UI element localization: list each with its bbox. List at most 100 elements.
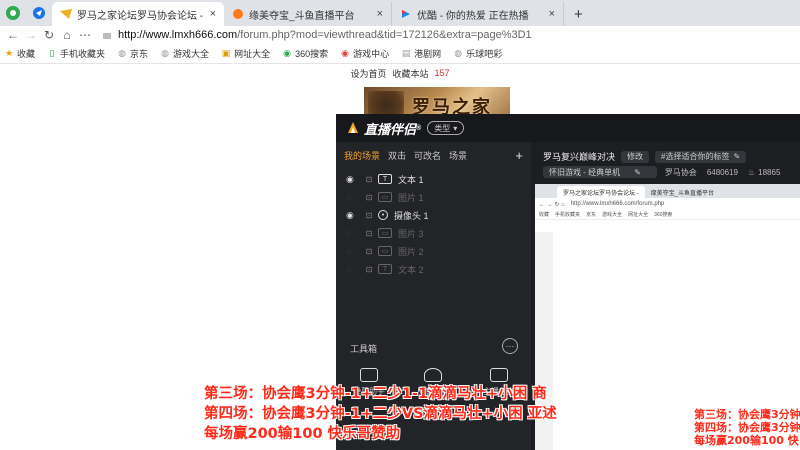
- category-selector[interactable]: 怀旧游戏 - 经典单机 ✎: [543, 166, 657, 178]
- tab-scene[interactable]: 场景: [449, 149, 467, 162]
- browser-tab[interactable]: 缘美夺宝_斗鱼直播平台 ×: [224, 2, 392, 26]
- tag-selector[interactable]: #选择适合你的标签 ✎: [655, 150, 747, 163]
- heat-value: 18865: [758, 167, 781, 177]
- image-source-icon: ▭: [378, 228, 392, 238]
- pencil-icon: ✎: [634, 167, 641, 177]
- bookmark-360[interactable]: ◉ 360搜索: [282, 47, 328, 60]
- source-item[interactable]: ◌ ⊡ T 文本 2: [336, 260, 531, 278]
- favorite-site-link[interactable]: 收藏本站: [392, 67, 428, 80]
- room-title-row: 罗马复兴巅峰对决 修改 #选择适合你的标签 ✎: [543, 150, 747, 163]
- eye-off-icon[interactable]: ◌: [346, 192, 360, 202]
- source-item[interactable]: ◌ ⊡ ▭ 图片 2: [336, 242, 531, 260]
- bookmark-lottery[interactable]: ◍ 乐球吧彩: [453, 47, 502, 60]
- preview-url: http://www.lmxh666.com/forum.php: [570, 201, 665, 207]
- chevron-down-icon: ▾: [453, 123, 458, 133]
- forward-icon[interactable]: →: [22, 28, 40, 42]
- online-count: 157: [434, 68, 450, 78]
- bookmark-game-center[interactable]: ◉ 游戏中心: [340, 47, 389, 60]
- bookmarks-bar: ★ 收藏 ▯ 手机收藏夹 ◍ 京东 ◍ 游戏大全 ▣ 网址大全 ◉ 360搜索 ◉ 游戏中心 …: [0, 44, 800, 64]
- admin-icon: [424, 368, 442, 382]
- bookmark-hk-drama[interactable]: ▤ 港剧网: [401, 47, 441, 60]
- preview-nav-icons: ← → ↻ ⌂: [539, 201, 565, 208]
- camera-source-icon: •: [378, 210, 388, 220]
- close-tab-icon[interactable]: ×: [210, 8, 216, 20]
- set-home-link[interactable]: 设为首页: [350, 67, 386, 80]
- lock-icon[interactable]: ⊡: [360, 265, 378, 274]
- pencil-icon: ✎: [733, 152, 741, 161]
- tab-title: 优酷 - 你的热爱 正在热播: [417, 10, 529, 22]
- image-source-icon: ▭: [378, 246, 392, 256]
- text-source-icon: T: [378, 264, 392, 274]
- browser-logo-icon[interactable]: [0, 0, 26, 26]
- page-info-icon: [103, 33, 111, 39]
- eye-icon[interactable]: ◉: [346, 210, 360, 221]
- page-icon: ▤: [401, 48, 411, 58]
- address-bar: ← → ↻ ⌂ ⋯ http://www.lmxh666.com/forum.p…: [0, 26, 800, 44]
- browser-tab[interactable]: 优酷 - 你的热爱 正在热播 ×: [392, 2, 564, 26]
- search360-icon: ◉: [283, 48, 291, 58]
- eye-off-icon[interactable]: ◌: [346, 264, 360, 274]
- stream-overlay-text: 第三场：协会鹰3分钟-1+二少1-1滴滴马壮+小困 商 第四场：协会鹰3分钟-1…: [204, 384, 557, 444]
- preview-tab: 缘美夺宝_斗鱼直播平台: [650, 190, 715, 197]
- lock-icon[interactable]: ⊡: [360, 229, 378, 238]
- tab-my-scenes[interactable]: 我的场景: [344, 149, 380, 162]
- lock-icon[interactable]: ⊡: [360, 175, 378, 184]
- bookmark-sites[interactable]: ▣ 网址大全: [221, 47, 270, 60]
- bookmark-games[interactable]: ◍ 游戏大全: [160, 47, 209, 60]
- overlay-line: 每场赢200输100 快: [694, 434, 799, 447]
- source-item[interactable]: ◉ ⊡ T 文本 1: [336, 170, 531, 188]
- bookmark-jd[interactable]: ◍ 京东: [117, 47, 148, 60]
- url-path: /forum.php?mod=viewthread&tid=172126&ext…: [237, 29, 532, 41]
- eye-icon[interactable]: ◉: [346, 174, 360, 185]
- org-name: 罗马协会: [664, 167, 697, 177]
- type-button[interactable]: 类型 ▾: [427, 121, 465, 135]
- back-icon[interactable]: ←: [4, 28, 22, 42]
- tab-double-click[interactable]: 双击: [388, 149, 406, 162]
- bookmark-favorites[interactable]: ★ 收藏: [4, 47, 35, 60]
- eye-off-icon[interactable]: ◌: [346, 246, 360, 256]
- task-icon: [490, 368, 508, 382]
- youku-favicon-icon: [400, 8, 412, 20]
- eye-off-icon[interactable]: ◌: [346, 228, 360, 238]
- close-tab-icon[interactable]: ×: [549, 8, 555, 20]
- preview-address-bar: ← → ↻ ⌂ http://www.lmxh666.com/forum.php: [535, 198, 800, 210]
- star-icon: ★: [4, 48, 14, 58]
- app-name: 直播伴侣: [364, 121, 417, 137]
- tab-title: 罗马之家论坛罗马协会论坛 -: [77, 10, 204, 22]
- sites-icon: ▣: [221, 48, 231, 58]
- url-field[interactable]: http://www.lmxh666.com/forum.php?mod=vie…: [102, 29, 532, 41]
- preview-tab-strip: 罗马之家论坛罗马协会论坛 - 缘美夺宝_斗鱼直播平台: [535, 184, 800, 198]
- scene-tabs: 我的场景 双击 可改名 场景 +: [336, 142, 531, 168]
- home-icon[interactable]: ⌂: [58, 28, 76, 42]
- text-source-icon: T: [378, 174, 392, 184]
- new-tab-button[interactable]: +: [564, 2, 593, 26]
- edit-title-button[interactable]: 修改: [621, 150, 650, 163]
- source-item[interactable]: ◉ ⊡ • 摄像头 1: [336, 206, 531, 224]
- globe-icon: ◍: [454, 48, 463, 58]
- source-item[interactable]: ◌ ⊡ ▭ 图片 1: [336, 188, 531, 206]
- globe-icon: ◍: [161, 48, 169, 58]
- room-id: 6480619: [706, 167, 738, 177]
- phone-icon: ▯: [49, 48, 55, 58]
- roma-favicon-icon: [60, 8, 72, 20]
- lock-icon[interactable]: ⊡: [360, 211, 378, 220]
- toolbox-more-button[interactable]: ···: [502, 338, 518, 354]
- overlay-line: 第三场：协会鹰3分钟-1+二少1-1滴滴马壮+小困 商: [204, 386, 547, 402]
- browser-tab[interactable]: 罗马之家论坛罗马协会论坛 - ×: [52, 2, 224, 26]
- bookmark-mobile[interactable]: ▯ 手机收藏夹: [47, 47, 106, 60]
- reload-icon[interactable]: ↻: [40, 28, 58, 42]
- lock-icon[interactable]: ⊡: [360, 193, 378, 202]
- close-tab-icon[interactable]: ×: [377, 8, 383, 20]
- browser-tab-strip: 罗马之家论坛罗马协会论坛 - × 缘美夺宝_斗鱼直播平台 × 优酷 - 你的热爱…: [0, 0, 800, 26]
- add-scene-button[interactable]: +: [515, 148, 523, 163]
- lock-icon[interactable]: ⊡: [360, 247, 378, 256]
- tab-title: 缘美夺宝_斗鱼直播平台: [249, 10, 355, 22]
- more-icon[interactable]: ⋯: [76, 28, 94, 42]
- flame-icon: ♨: [747, 167, 756, 177]
- overlay-line: 第三场：协会鹰3分钟: [694, 408, 800, 421]
- browser-sidebar-icon[interactable]: [26, 0, 52, 26]
- preview-tab: 罗马之家论坛罗马协会论坛 -: [557, 186, 645, 198]
- tab-renamable[interactable]: 可改名: [414, 149, 441, 162]
- image-source-icon: ▭: [378, 192, 392, 202]
- source-item[interactable]: ◌ ⊡ ▭ 图片 3: [336, 224, 531, 242]
